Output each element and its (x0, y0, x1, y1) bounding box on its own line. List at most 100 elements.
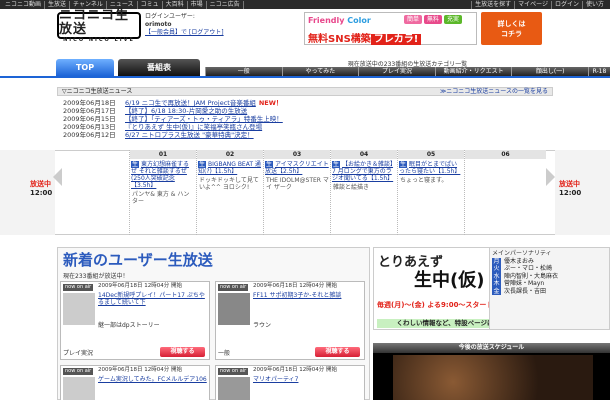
broadcast-title-link[interactable]: マリオパーティ7 (253, 376, 363, 383)
broadcast-title-link[interactable]: ゲーム実況してみた。FCメルルデア106 (98, 376, 208, 383)
broadcast-thumbnail[interactable] (218, 293, 250, 325)
broadcast-start: 2009年06月18日 12時04分 開始 (253, 367, 337, 373)
logout-link[interactable]: 【一般会員】で [ログアウト] (145, 29, 265, 37)
news-item: 2009年06月15日 【終了】「ティアーズ・トゥ・ティアラ」特番生上映！ (63, 115, 363, 123)
program-column: 04 生【お絵かき＆雑談】7 月ロングで東方のラジオ聞いてる【1.5h】 雑談と… (330, 150, 397, 235)
now-time: 12:00 (30, 189, 53, 197)
news-link[interactable]: 6/19 ニコ生で再放送！JAM Project音楽番組 (125, 99, 256, 107)
personality-row: 木菅陣妹・Mayn (492, 280, 607, 288)
tori-title2: 生中(仮) (414, 270, 485, 291)
news-link[interactable]: 6/27 ニトロプラス生放送 "豪華特典"決定！ (125, 131, 254, 139)
category-tab-play[interactable]: プレイ実況 (358, 67, 435, 76)
program-link[interactable]: 生東方幻想麻雀するぜ それと雑談するぜ(250人突破記念【3.5h】 (130, 159, 196, 189)
scroll-right-arrow[interactable] (546, 168, 555, 186)
global-nav-right-item[interactable]: 生放送を探す (471, 0, 514, 9)
hour-header: 06 (465, 150, 546, 159)
personality-day: 木 (492, 280, 501, 288)
global-nav-right-item[interactable]: 使い方 (581, 0, 607, 9)
program-column: 05 生眠目がとまでぱいったら寝たい【1.5h】 ちょっと寝ます。 (397, 150, 464, 235)
user-name: orimoto (145, 21, 172, 28)
on-air-badge: now on air (63, 368, 94, 375)
user-section-title: 新着のユーザー生放送 (63, 251, 213, 269)
global-nav-item[interactable]: 市場 (188, 0, 207, 9)
ad-tag: 無料 (424, 15, 443, 24)
category-tab-general[interactable]: 一般 (205, 67, 282, 76)
broadcast-category: プレイ実況 (63, 350, 94, 357)
news-more-link[interactable]: ≫ニコニコ生放送ニュースの一覧を見る (440, 88, 548, 96)
news-new-badge: NEW！ (258, 99, 283, 107)
global-nav-item[interactable]: コミュ (138, 0, 163, 9)
program-column: 01 生東方幻想麻雀するぜ それと雑談するぜ(250人突破記念【3.5h】 パン… (129, 150, 196, 235)
broadcast-thumbnail[interactable] (63, 377, 95, 400)
global-nav-right-item[interactable]: マイページ (514, 0, 551, 9)
category-note: 現在放送中の233番組の生放送カテゴリ一覧 (347, 61, 468, 68)
personality-name: ぷー・マロ・松崎 (504, 265, 553, 272)
broadcast-thumbnail[interactable] (63, 293, 95, 325)
now-label: 放送中 (559, 180, 580, 188)
tab-top[interactable]: TOP (56, 59, 114, 76)
program-desc: THE IDOLM@STER マイ ザーク (266, 177, 329, 191)
site-logo[interactable]: ニコニコ生放送 NICO NICO LIVE (57, 7, 141, 43)
news-link[interactable]: 【終了】「ティアーズ・トゥ・ティアラ」特番生上映！ (125, 115, 283, 123)
program-link[interactable]: 生【お絵かき＆雑談】7 月ロングで東方のラジオ聞いてる【1.5h】 (331, 159, 397, 182)
news-link[interactable]: 『とりあえず 生中(仮)』に笑福亭笑瓶さん登場 (125, 123, 262, 131)
ad-banner-friendly-color[interactable]: Friendly Color 簡単 無料 充実 無料SNS構築 フレカラ! (304, 12, 477, 45)
ad-details-line2: コチラ (501, 29, 522, 38)
global-nav-item[interactable]: ニコニ広告 (207, 0, 244, 9)
personality-row: 月優木まおみ (492, 257, 607, 265)
program-column: 06 (464, 150, 546, 235)
nav-underline (0, 76, 610, 78)
personality-panel: メインパーソナリティ 月優木まおみ 火ぷー・マロ・松崎 水陣内智則・大島麻衣 木… (489, 247, 610, 330)
ad-details-button[interactable]: 詳しくは コチラ (481, 12, 542, 45)
scroll-left-arrow[interactable] (53, 168, 62, 186)
main-nav: TOP 番組表 現在放送中の233番組の生放送カテゴリ一覧 一般 やってみた プ… (0, 59, 610, 76)
live-tag: 生 (399, 161, 408, 168)
news-date: 2009年06月18日 (63, 99, 116, 107)
tab-program-guide[interactable]: 番組表 (118, 59, 200, 76)
program-link[interactable]: 生アイマスクリエイト放送【2.5h】 (264, 159, 330, 175)
now-label: 放送中 (30, 180, 51, 188)
global-nav-right-item[interactable]: ログイン (550, 0, 582, 9)
on-air-badge: now on air (218, 368, 249, 375)
global-nav-right: 生放送を探す マイページ ログイン 使い方 (471, 0, 610, 9)
program-desc: ドッキドッキして見ていよ^^ ヨロシク! (199, 177, 259, 191)
logo-text: ニコニコ生放送 (59, 7, 130, 37)
category-tab-tried[interactable]: やってみた (281, 67, 359, 76)
now-left: 放送中 12:00 (0, 150, 55, 235)
news-item: 2009年06月18日 6/19 ニコ生で再放送！JAM Project音楽番組… (63, 99, 363, 107)
now-indicator: 放送中 12:00 (30, 180, 52, 198)
program-link[interactable]: 生眠目がとまでぱいったら寝たい【1.5h】 (398, 159, 464, 175)
global-nav-item[interactable]: 大百科 (163, 0, 188, 9)
user-section-subtitle: 現在233番組が放送中！ (63, 273, 129, 280)
category-tab-face[interactable]: 顔出し(一) (511, 67, 588, 76)
user-broadcast-card: now on air 2009年06月18日 12時04分 開始 FF11 サポ… (215, 281, 365, 360)
broadcast-thumbnail[interactable] (218, 377, 250, 400)
category-tab-r18[interactable]: R-18 (587, 67, 610, 76)
user-box: ログインユーザー: orimoto 【一般会員】で [ログアウト] (145, 13, 265, 37)
schedule-title: 今後の放送スケジュール (373, 343, 610, 353)
schedule-image[interactable] (393, 355, 593, 400)
news-date: 2009年06月17日 (63, 107, 116, 115)
ad-tag: 簡単 (404, 15, 423, 24)
personality-day: 月 (492, 257, 501, 265)
user-broadcast-card: now on air 2009年06月18日 12時04分 開始 14Dec新規… (60, 281, 210, 360)
broadcast-title-link[interactable]: FF11 サポ初期3子か-それと雑談 (253, 292, 363, 299)
watch-button[interactable]: 視聴する (160, 347, 205, 357)
personality-day: 水 (492, 272, 501, 280)
broadcast-title-link[interactable]: 14Dec新規呼プレイ！パート17 ぷちやるまして続いて下 (98, 292, 208, 306)
ad-subline: 無料SNS構築 フレカラ! (308, 30, 422, 45)
tori-time: 毎週(月)～(金) よる9:00～スタート (377, 301, 494, 309)
program-title: 眠目がとまでぱいったら寝たい【1.5h】 (399, 161, 461, 175)
personality-header: メインパーソナリティ (492, 250, 552, 257)
program-link[interactable]: 生 BIGBANG BEAT 通知(?)【1.5h】 (197, 159, 263, 175)
category-tab-video-intro[interactable]: 動画紹介・リクエスト (434, 67, 512, 76)
personality-name: 次長課長・吉田 (504, 287, 547, 295)
watch-button[interactable]: 視聴する (315, 347, 360, 357)
program-column: 02 生 BIGBANG BEAT 通知(?)【1.5h】 ドッキドッキして見てい… (196, 150, 263, 235)
hour-header: 04 (331, 150, 397, 159)
user-broadcast-card: now on air 2009年06月18日 12時04分 開始 マリオパーティ… (215, 365, 365, 400)
now-right: 放送中 12:00 (555, 150, 610, 235)
news-link[interactable]: 【終了】6/18 18:30-片岡愛之助の生放送 (125, 107, 247, 115)
news-item: 2009年06月13日 『とりあえず 生中(仮)』に笑福亭笑瓶さん登場 (63, 123, 363, 131)
global-nav-item[interactable]: ニコニコ動画 (2, 0, 46, 9)
